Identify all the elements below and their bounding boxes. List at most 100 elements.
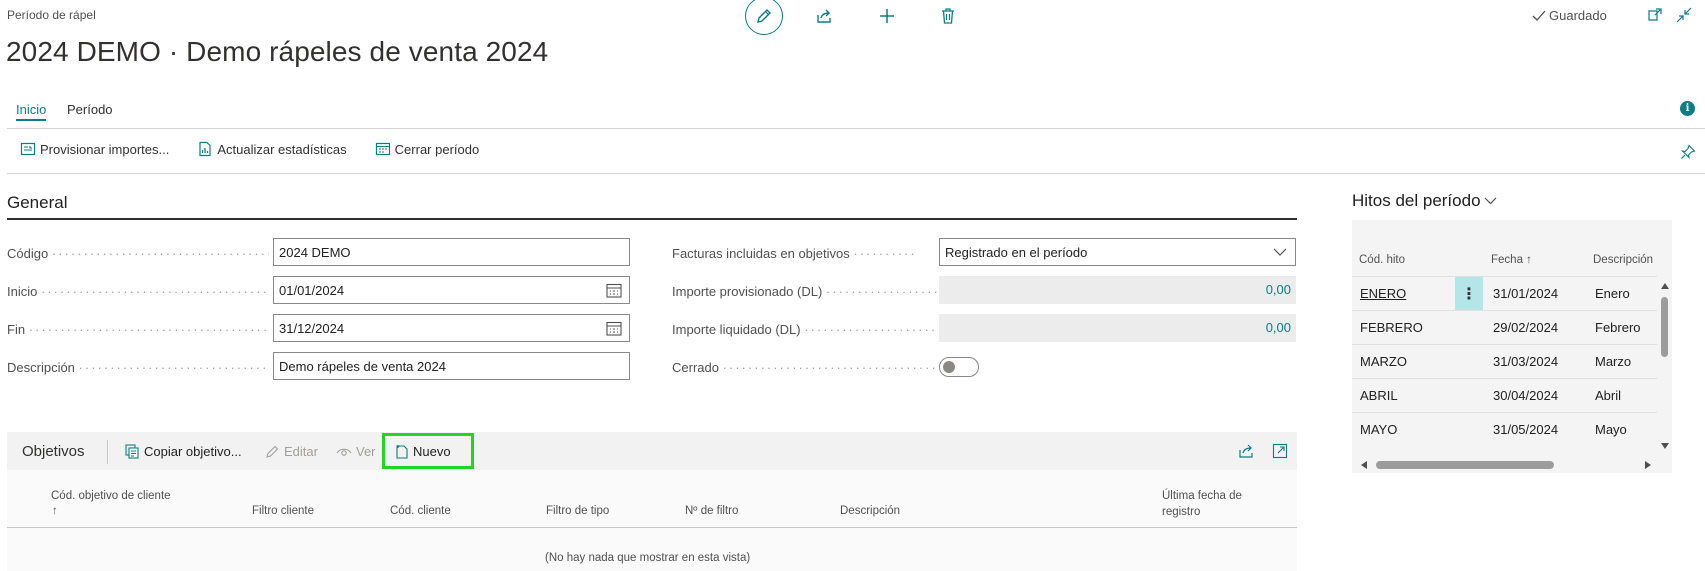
codigo-label-text: Código	[7, 246, 49, 261]
inicio-date-field[interactable]: 01/01/2024	[273, 276, 630, 304]
expand-icon	[1272, 443, 1288, 459]
facturas-label-text: Facturas incluidas en objetivos	[672, 246, 850, 261]
open-in-new-window-icon	[1648, 8, 1662, 21]
expand-list-button[interactable]	[1272, 443, 1288, 459]
saved-label: Guardado	[1549, 8, 1607, 23]
pencil-icon	[266, 445, 279, 458]
hito-code[interactable]: FEBRERO	[1360, 320, 1423, 335]
scroll-down-arrow-icon[interactable]	[1661, 443, 1669, 449]
hito-code[interactable]: ENERO	[1360, 286, 1406, 301]
column-header-filtro-tipo[interactable]: Filtro de tipo	[546, 505, 609, 517]
pin-button[interactable]	[1680, 144, 1696, 160]
section-underline	[7, 218, 1297, 220]
scroll-up-arrow-icon[interactable]	[1661, 283, 1669, 289]
column-header-ultima-fecha[interactable]: Última fecha de	[1162, 490, 1242, 502]
column-header-num-filtro[interactable]: Nº de filtro	[685, 505, 738, 517]
open-new-window-button[interactable]	[1647, 7, 1663, 23]
codigo-field[interactable]: 2024 DEMO	[273, 238, 630, 266]
table-row[interactable]: FEBRERO 29/02/2024 Febrero	[1352, 310, 1657, 344]
copy-objective-button[interactable]: Copiar objetivo...	[125, 444, 242, 459]
provisionado-label: Importe provisionado (DL) ··············…	[672, 284, 937, 299]
cerrado-label: Cerrado ································…	[672, 360, 937, 375]
hito-date: 31/03/2024	[1493, 354, 1559, 369]
close-period-label: Cerrar período	[394, 141, 480, 157]
tab-inicio[interactable]: Inicio	[16, 102, 47, 121]
scroll-right-arrow-icon[interactable]	[1645, 461, 1651, 469]
inicio-value: 01/01/2024	[279, 283, 345, 298]
hito-code[interactable]: MAYO	[1360, 422, 1397, 437]
column-header-fecha[interactable]: Fecha ↑	[1491, 254, 1532, 266]
hito-code[interactable]: ABRIL	[1360, 388, 1398, 403]
table-row[interactable]: MAYO 31/05/2024 Mayo	[1352, 412, 1657, 446]
hito-code[interactable]: MARZO	[1360, 354, 1407, 369]
tab-periodo[interactable]: Período	[67, 102, 113, 117]
collapse-icon	[1676, 7, 1692, 23]
column-header-cod-objetivo[interactable]: Cód. objetivo de cliente	[51, 490, 171, 502]
hitos-title-text: Hitos del período	[1352, 191, 1481, 210]
cerrado-label-text: Cerrado	[672, 360, 719, 375]
pencil-icon	[757, 9, 771, 23]
provisionado-value: 0,00	[939, 276, 1296, 304]
column-header-cod-hito[interactable]: Cód. hito	[1359, 254, 1405, 266]
new-label: Nuevo	[413, 444, 451, 459]
statistics-icon	[199, 141, 211, 157]
delete-button[interactable]	[936, 4, 960, 28]
hito-desc: Mayo	[1595, 422, 1627, 437]
cerrado-toggle[interactable]	[939, 357, 979, 377]
breadcrumb: Período de rápel	[7, 8, 96, 22]
row-actions-icon[interactable]: ⋮	[1455, 277, 1483, 310]
divider	[7, 173, 1705, 174]
page-title: 2024 DEMO · Demo rápeles de venta 2024	[6, 36, 549, 67]
update-stats-label: Actualizar estadísticas	[217, 141, 347, 157]
new-document-icon	[396, 445, 408, 459]
hito-desc: Abril	[1595, 388, 1622, 403]
objetivos-title: Objetivos	[22, 443, 85, 460]
sort-ascending-icon: ↑	[1526, 254, 1532, 266]
table-row[interactable]: MARZO 31/03/2024 Marzo	[1352, 344, 1657, 378]
column-header-cod-cliente[interactable]: Cód. cliente	[390, 505, 451, 517]
plus-icon	[880, 9, 894, 23]
share-list-button[interactable]	[1238, 443, 1254, 459]
calendar-close-icon	[375, 142, 390, 156]
new-button[interactable]: Nuevo	[395, 444, 451, 459]
vertical-scrollbar[interactable]	[1661, 297, 1668, 357]
fin-date-field[interactable]: 31/12/2024	[273, 314, 630, 342]
hito-date: 31/05/2024	[1493, 422, 1559, 437]
check-icon	[1532, 10, 1546, 21]
table-row[interactable]: ENERO ⋮ 31/01/2024 Enero	[1352, 276, 1657, 310]
column-header-descripcion[interactable]: Descripción	[840, 505, 900, 517]
share-icon	[817, 9, 831, 23]
table-row[interactable]: ABRIL 30/04/2024 Abril	[1352, 378, 1657, 412]
calendar-icon[interactable]	[606, 283, 622, 298]
liquidado-value: 0,00	[939, 314, 1296, 342]
fin-value: 31/12/2024	[279, 321, 345, 336]
column-header-filtro-cliente[interactable]: Filtro cliente	[252, 505, 314, 517]
liquidado-label: Importe liquidado (DL) ·················…	[672, 322, 937, 337]
collapse-button[interactable]	[1676, 7, 1692, 23]
share-button[interactable]	[812, 4, 836, 28]
calendar-icon[interactable]	[606, 321, 622, 336]
info-icon[interactable]: i	[1680, 101, 1695, 116]
column-header-fecha-text: Fecha	[1491, 254, 1523, 266]
action-bar: Provisionar importes... Actualizar estad…	[20, 141, 479, 157]
provision-amounts-button[interactable]: Provisionar importes...	[20, 141, 169, 157]
descripcion-field[interactable]: Demo rápeles de venta 2024	[273, 352, 630, 380]
view-button[interactable]: Ver	[336, 444, 376, 459]
hito-date: 29/02/2024	[1493, 320, 1559, 335]
edit-list-label: Editar	[284, 444, 318, 459]
scroll-left-arrow-icon[interactable]	[1361, 461, 1367, 469]
add-button[interactable]	[875, 4, 899, 28]
provisionado-label-text: Importe provisionado (DL)	[672, 284, 823, 299]
horizontal-scrollbar[interactable]	[1376, 461, 1554, 469]
copy-objective-label: Copiar objetivo...	[144, 444, 242, 459]
edit-list-button[interactable]: Editar	[265, 444, 318, 459]
edit-button[interactable]	[745, 0, 783, 35]
hito-desc: Marzo	[1595, 354, 1632, 369]
provision-label: Provisionar importes...	[40, 141, 170, 157]
column-header-descripcion[interactable]: Descripción	[1593, 254, 1653, 266]
update-stats-button[interactable]: Actualizar estadísticas	[197, 141, 347, 157]
close-period-button[interactable]: Cerrar período	[375, 141, 480, 157]
hito-date: 30/04/2024	[1493, 388, 1559, 403]
facturas-select[interactable]: Registrado en el período	[939, 238, 1296, 266]
hitos-title[interactable]: Hitos del período	[1352, 191, 1497, 211]
